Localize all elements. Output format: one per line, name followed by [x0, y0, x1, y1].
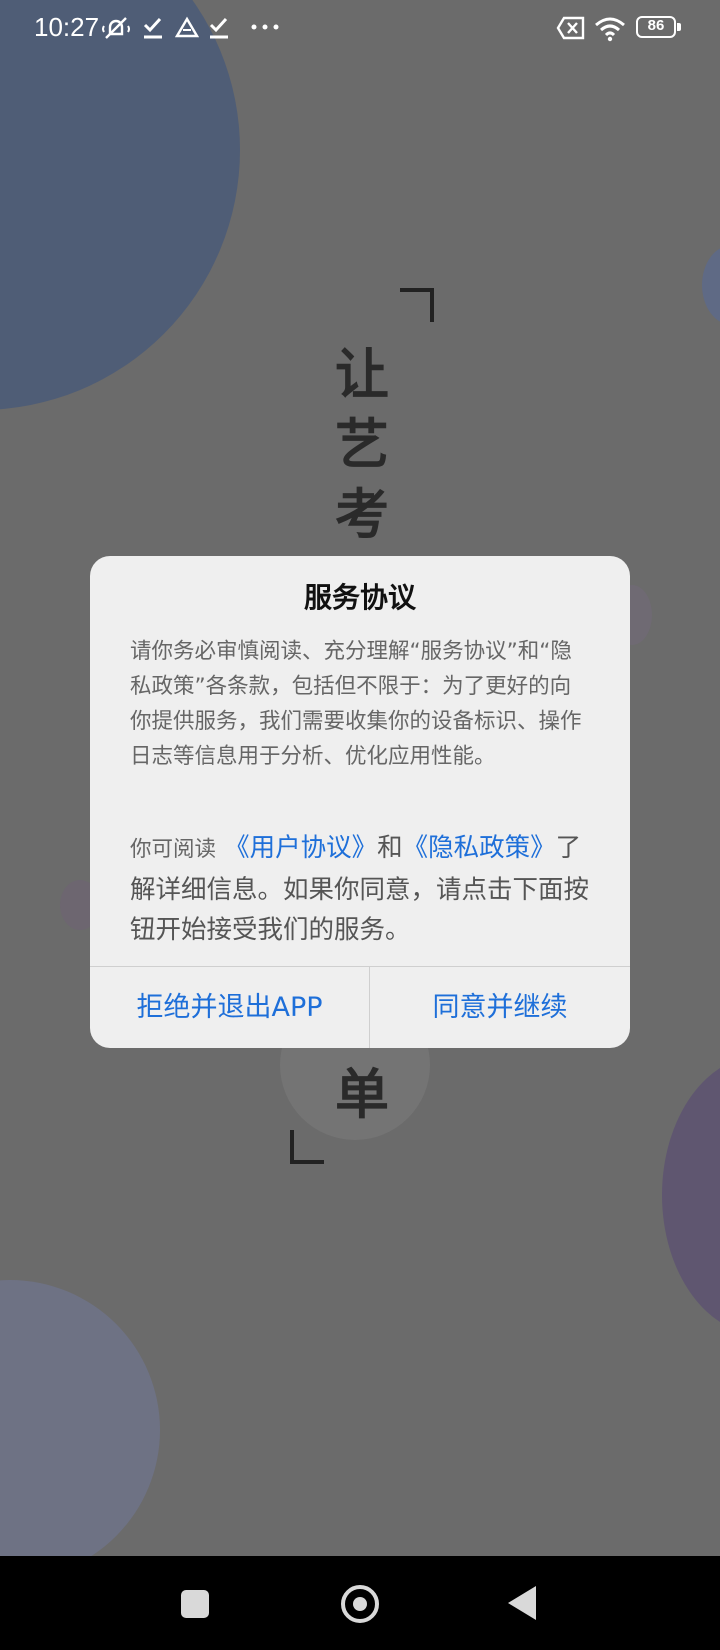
decor-circle — [0, 1280, 160, 1580]
mute-icon — [102, 17, 130, 39]
sim-none-icon — [556, 16, 585, 40]
status-bar: 10:27 86 — [0, 0, 720, 56]
dialog-read-text: 你可阅读 《用户协议》和《隐私政策》了解详细信息。如果你同意，请点击下面按钮开始… — [130, 828, 600, 950]
decor-circle — [0, 0, 240, 410]
home-button[interactable] — [341, 1585, 379, 1623]
agree-continue-button[interactable]: 同意并继续 — [370, 967, 630, 1048]
decor-circle — [662, 1055, 720, 1335]
and-text: 和 — [377, 833, 403, 863]
home-icon — [353, 1597, 367, 1611]
check-icon — [209, 17, 228, 39]
drive-icon — [175, 16, 199, 38]
battery-level: 86 — [647, 17, 665, 34]
user-agreement-link[interactable]: 《用户协议》 — [224, 833, 377, 863]
slogan-char: 单 — [335, 1062, 389, 1126]
reject-exit-button[interactable]: 拒绝并退出APP — [90, 967, 369, 1048]
battery-tip — [677, 23, 681, 31]
dialog-title: 服务协议 — [303, 581, 416, 614]
battery-icon: 86 — [636, 16, 681, 38]
more-dots-icon — [251, 24, 279, 30]
status-time: 10:27 — [34, 12, 100, 42]
slogan-char: 让 — [335, 342, 389, 406]
dialog-body-text: 请你务必审慎阅读、充分理解“服务协议”和“隐私政策”各条款，包括但不限于：为了更… — [130, 639, 582, 769]
read-prefix: 你可阅读 — [130, 837, 217, 862]
back-button[interactable] — [508, 1586, 536, 1620]
quote-bracket-close — [290, 1130, 324, 1164]
privacy-policy-link[interactable]: 《隐私政策》 — [403, 833, 556, 863]
decor-circle — [702, 245, 720, 325]
slogan-char: 艺 — [335, 412, 389, 476]
check-icon — [143, 17, 162, 39]
service-agreement-dialog: 服务协议 请你务必审慎阅读、充分理解“服务协议”和“隐私政策”各条款，包括但不限… — [90, 556, 630, 1048]
wifi-icon — [595, 17, 625, 42]
recents-button[interactable] — [181, 1590, 209, 1618]
quote-bracket-open — [400, 288, 434, 322]
slogan-char: 考 — [335, 482, 389, 546]
